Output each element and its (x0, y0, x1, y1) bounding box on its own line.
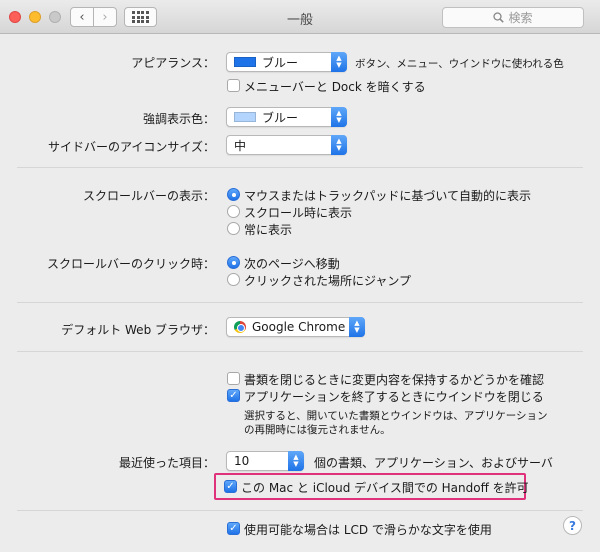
divider (17, 351, 583, 352)
recent-items-label: 最近使った項目： (118, 456, 215, 470)
highlight-color-value: ブルー (262, 110, 299, 125)
blue-swatch (234, 57, 256, 67)
sidebar-icon-size-label: サイドバーのアイコンサイズ： (47, 140, 215, 154)
sidebar-icon-size-popup[interactable]: 中 ▲ ▼ (226, 135, 347, 155)
lcd-smoothing-checkbox[interactable]: ✓ (227, 522, 240, 535)
checkmark-icon: ✓ (229, 522, 238, 534)
scroll-click-next-page-label: 次のページへ移動 (244, 257, 340, 271)
popup-arrows-icon: ▲ ▼ (331, 52, 347, 72)
scrollbars-scrolling-label: スクロール時に表示 (244, 206, 353, 220)
scrollbars-scrolling-radio[interactable] (227, 205, 240, 218)
light-blue-swatch (234, 112, 256, 122)
divider (17, 510, 583, 511)
search-icon (493, 12, 505, 23)
help-button[interactable]: ? (563, 516, 582, 535)
highlight-color-popup[interactable]: ブルー ▲ ▼ (226, 107, 347, 127)
divider (17, 302, 583, 303)
popup-arrows-icon: ▲ ▼ (331, 107, 347, 127)
ask-keep-changes-checkbox[interactable] (227, 372, 240, 385)
ask-keep-changes-label: 書類を閉じるときに変更内容を保持するかどうかを確認 (244, 373, 545, 387)
recent-items-popup[interactable]: 10 ▲ ▼ (226, 451, 304, 471)
popup-arrows-icon: ▲ ▼ (349, 317, 365, 337)
scrollbars-always-label: 常に表示 (244, 223, 293, 237)
checkmark-icon: ✓ (229, 389, 238, 401)
popup-arrows-icon: ▲ ▼ (331, 135, 347, 155)
checkmark-icon: ✓ (226, 480, 235, 492)
dark-menu-checkbox[interactable] (227, 79, 240, 92)
scrollbars-always-radio[interactable] (227, 222, 240, 235)
divider (17, 167, 583, 168)
scrollbars-auto-radio[interactable] (227, 188, 240, 201)
scroll-click-label: スクロールバーのクリック時： (46, 257, 215, 271)
search-input[interactable]: 検索 (442, 7, 584, 28)
recent-items-value: 10 (234, 454, 250, 468)
highlight-color-label: 強調表示色： (142, 112, 215, 126)
default-browser-label: デフォルト Web ブラウザ： (61, 323, 215, 337)
popup-arrows-icon: ▲ ▼ (288, 451, 304, 471)
lcd-smoothing-label: 使用可能な場合は LCD で滑らかな文字を使用 (244, 523, 492, 537)
appearance-label: アピアランス： (131, 56, 215, 70)
appearance-popup[interactable]: ブルー ▲ ▼ (226, 52, 347, 72)
title-bar: ‹ › 一般 検索 (0, 0, 600, 34)
handoff-checkbox[interactable]: ✓ (224, 480, 237, 493)
scrollbars-auto-label: マウスまたはトラックパッドに基づいて自動的に表示 (244, 189, 532, 203)
chrome-icon (234, 321, 246, 333)
scrollbars-label: スクロールバーの表示： (82, 189, 215, 203)
scroll-click-jump-label: クリックされた場所にジャンプ (244, 274, 412, 288)
close-windows-note-line2: の再開時には復元されません。 (244, 424, 391, 436)
handoff-label: この Mac と iCloud デバイス間での Handoff を許可 (241, 481, 529, 495)
close-windows-note-line1: 選択すると、開いていた書類とウインドウは、アプリケーション (244, 410, 548, 422)
sidebar-icon-size-value: 中 (234, 138, 247, 153)
search-placeholder: 検索 (508, 11, 533, 25)
scroll-click-next-page-radio[interactable] (227, 256, 240, 269)
default-browser-popup[interactable]: Google Chrome ▲ ▼ (226, 317, 365, 337)
close-windows-checkbox[interactable]: ✓ (227, 389, 240, 402)
scroll-click-jump-radio[interactable] (227, 273, 240, 286)
default-browser-value: Google Chrome (252, 320, 346, 334)
close-windows-label: アプリケーションを終了するときにウインドウを閉じる (244, 390, 544, 404)
appearance-value: ブルー (262, 55, 299, 70)
appearance-note: ボタン、メニュー、ウインドウに使われる色 (355, 58, 564, 70)
recent-items-suffix: 個の書類、アプリケーション、およびサーバ (314, 456, 553, 470)
dark-menu-label: メニューバーと Dock を暗くする (244, 80, 426, 94)
